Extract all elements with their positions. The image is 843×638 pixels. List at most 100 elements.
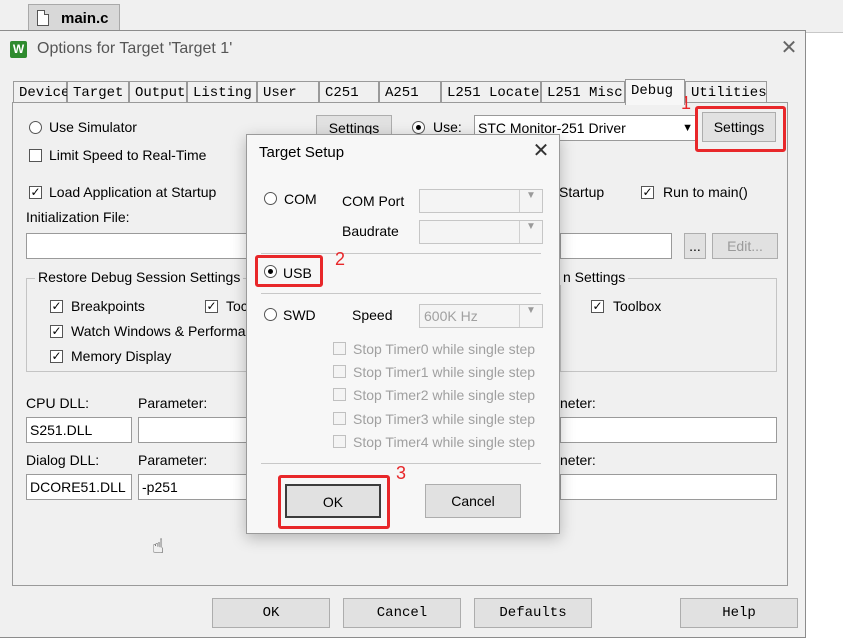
breakpoints-label: Breakpoints [71,298,145,314]
param-input-right-2[interactable] [560,474,777,500]
target-settings-legend: n Settings [560,269,629,285]
load-app-checkbox[interactable]: ✓ [29,186,42,199]
com-label: COM [284,191,317,207]
speed-value: 600K Hz [424,308,478,324]
com-port-label: COM Port [342,193,405,209]
tab-l251-locate[interactable]: L251 Locate [441,81,541,103]
toolbox-label-right: Toolbox [613,298,662,314]
stop-timer3-checkbox[interactable] [333,412,346,425]
editor-tab-strip: main.c [0,0,843,33]
tab-listing[interactable]: Listing [187,81,257,103]
restore-settings-legend: Restore Debug Session Settings [35,269,244,285]
stop-timer4-checkbox[interactable] [333,435,346,448]
chevron-down-icon: ▼ [519,305,542,327]
tab-l251-misc[interactable]: L251 Misc [541,81,625,103]
tab-utilities[interactable]: Utilities [685,81,767,103]
com-port-select[interactable]: ▼ [419,189,543,213]
baudrate-label: Baudrate [342,223,399,239]
cpu-param-label: Parameter: [138,395,208,411]
tab-debug[interactable]: Debug [625,79,685,105]
init-file-input[interactable] [26,233,256,259]
tab-output[interactable]: Output [129,81,187,103]
keil-uvision-icon: W [10,41,27,58]
tab-a251[interactable]: A251 [379,81,441,103]
stop-timer1-label: Stop Timer1 while single step [353,364,536,380]
modal-title: Target Setup [259,144,345,161]
annotation-number-3: 3 [396,463,407,483]
highlight-box-2 [255,255,323,287]
init-file-label: Initialization File: [26,209,130,225]
speed-label: Speed [352,307,393,323]
tab-device[interactable]: Device [13,81,69,103]
memory-display-checkbox[interactable]: ✓ [50,350,63,363]
limit-speed-checkbox[interactable] [29,149,42,162]
dialog-param-label: Parameter: [138,452,208,468]
dialog-dll-label: Dialog DLL: [26,452,100,468]
tab-user[interactable]: User [257,81,319,103]
hand-cursor-icon: ☝ [152,536,165,558]
stop-timer3-label: Stop Timer3 while single step [353,411,536,427]
cancel-button[interactable]: Cancel [343,598,461,628]
stop-timer1-checkbox[interactable] [333,365,346,378]
tab-c251[interactable]: C251 [319,81,379,103]
stop-timer2-checkbox[interactable] [333,388,346,401]
param-label-right-2: neter: [560,452,596,468]
cpu-dll-label: CPU DLL: [26,395,90,411]
close-icon[interactable]: ✕ [529,140,553,164]
use-simulator-radio[interactable] [29,121,42,134]
highlight-box-3 [278,475,390,529]
use-simulator-label: Use Simulator [49,119,137,135]
separator [261,253,541,254]
speed-select[interactable]: 600K Hz ▼ [419,304,543,328]
target-setup-modal: Target Setup ✕ COM COM Port ▼ Baudrate ▼… [246,134,560,534]
init-file-input-right[interactable] [560,233,672,259]
defaults-button[interactable]: Defaults [474,598,592,628]
use-driver-radio[interactable] [412,121,425,134]
browse-button[interactable]: ... [684,233,706,259]
dialog-title: Options for Target 'Target 1' [37,40,233,57]
baudrate-select[interactable]: ▼ [419,220,543,244]
dialog-dll-input[interactable]: DCORE51.DLL [26,474,132,500]
watch-windows-label: Watch Windows & Performar [71,323,251,339]
breakpoints-checkbox[interactable]: ✓ [50,300,63,313]
stop-timer0-checkbox[interactable] [333,342,346,355]
cpu-param-input[interactable] [138,417,256,443]
target-settings-group [560,278,777,372]
limit-speed-label: Limit Speed to Real-Time [49,147,207,163]
toolbox-label-left: Toc [226,298,248,314]
options-tabs: Device Target Output Listing User C251 A… [13,79,767,105]
startup-label-right: Startup [559,184,605,200]
memory-display-label: Memory Display [71,348,172,364]
edit-button[interactable]: Edit... [712,233,778,259]
toolbox-checkbox-left[interactable]: ✓ [205,300,218,313]
chevron-down-icon: ▼ [519,221,542,243]
tab-target[interactable]: Target [67,81,129,103]
stop-timer0-label: Stop Timer0 while single step [353,341,536,357]
watch-windows-checkbox[interactable]: ✓ [50,325,63,338]
editor-file-tab-label: main.c [61,10,109,27]
dialog-param-input[interactable]: -p251 [138,474,256,500]
editor-file-tab[interactable]: main.c [28,4,120,32]
run-to-main-checkbox[interactable]: ✓ [641,186,654,199]
stop-timer4-label: Stop Timer4 while single step [353,434,536,450]
help-button[interactable]: Help [680,598,798,628]
load-app-label: Load Application at Startup [49,184,217,200]
annotation-number-2: 2 [335,249,346,269]
separator [261,293,541,294]
run-to-main-label: Run to main() [663,184,748,200]
toolbox-checkbox-right[interactable]: ✓ [591,300,604,313]
ok-button[interactable]: OK [212,598,330,628]
chevron-down-icon: ▼ [519,190,542,212]
swd-label: SWD [283,307,316,323]
param-input-right-1[interactable] [560,417,777,443]
chevron-down-icon: ▼ [682,122,693,134]
stop-timer2-label: Stop Timer2 while single step [353,387,536,403]
use-label: Use: [433,119,462,135]
com-radio[interactable] [264,192,277,205]
close-icon[interactable]: ✕ [777,37,801,61]
cpu-dll-input[interactable]: S251.DLL [26,417,132,443]
modal-cancel-button[interactable]: Cancel [425,484,521,518]
param-label-right-1: neter: [560,395,596,411]
swd-radio[interactable] [264,308,277,321]
document-icon [37,10,49,26]
